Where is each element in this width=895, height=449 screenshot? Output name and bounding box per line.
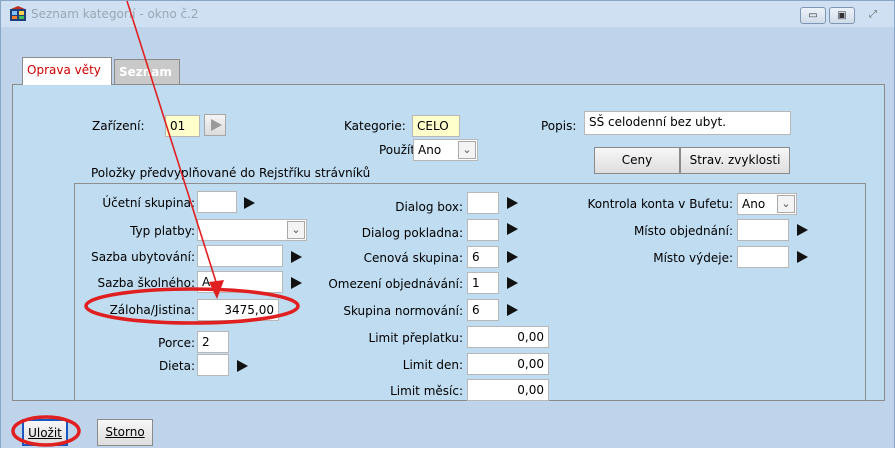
typ-platby-label: Typ platby: bbox=[130, 224, 195, 238]
omezeni-objednavani-lookup-icon[interactable] bbox=[507, 277, 518, 289]
pouzit-value: Ano bbox=[418, 143, 442, 157]
zarizeni-label: Zařízení: bbox=[92, 119, 145, 133]
skupina-normovani-lookup-icon[interactable] bbox=[507, 304, 518, 316]
chevron-down-icon[interactable]: ⌄ bbox=[458, 141, 476, 159]
zarizeni-lookup-button[interactable] bbox=[204, 114, 226, 136]
limit-den-field[interactable]: 0,00 bbox=[467, 353, 549, 375]
sazba-skolneho-label: Sazba školného: bbox=[97, 276, 195, 290]
app-grid-icon bbox=[10, 6, 26, 21]
misto-vydeje-field[interactable] bbox=[737, 246, 789, 268]
dialog-pokladna-lookup-icon[interactable] bbox=[507, 223, 518, 235]
skupina-normovani-field[interactable]: 6 bbox=[467, 299, 499, 321]
dialog-box-label: Dialog box: bbox=[395, 200, 463, 214]
pouzit-label: Použít bbox=[379, 143, 416, 157]
dialog-pokladna-field[interactable] bbox=[467, 219, 499, 241]
limit-preplatku-field[interactable]: 0,00 bbox=[467, 326, 549, 348]
limit-den-label: Limit den: bbox=[402, 358, 463, 372]
zaloha-jistina-field[interactable]: 3475,00 bbox=[197, 299, 279, 321]
porce-label: Porce: bbox=[158, 336, 195, 350]
dialog-box-lookup-icon[interactable] bbox=[507, 197, 518, 209]
maximize-button[interactable]: ▣ bbox=[829, 7, 855, 24]
zaloha-jistina-label: Záloha/Jistina: bbox=[109, 303, 195, 317]
play-triangle-icon bbox=[211, 119, 222, 131]
dieta-field[interactable] bbox=[197, 354, 229, 376]
popis-field[interactable]: SŠ celodenní bez ubyt. bbox=[584, 111, 791, 135]
cenova-skupina-lookup-icon[interactable] bbox=[507, 251, 518, 263]
tab-seznam[interactable]: Seznam bbox=[114, 59, 180, 85]
omezeni-objednavani-field[interactable]: 1 bbox=[467, 272, 499, 294]
strav-zvyklosti-button[interactable]: Strav. zvyklosti bbox=[680, 147, 790, 174]
zarizeni-field[interactable]: 01 bbox=[165, 115, 200, 137]
window-title: Seznam kategorií - okno č.2 bbox=[31, 7, 199, 21]
ucetni-skupina-lookup-icon[interactable] bbox=[244, 197, 255, 209]
tab-oprava-vety[interactable]: Oprava věty bbox=[22, 57, 112, 85]
kategorie-field[interactable]: CELO bbox=[412, 115, 460, 137]
dialog-pokladna-label: Dialog pokladna: bbox=[361, 226, 463, 240]
dialog-box-field[interactable] bbox=[467, 192, 499, 214]
window: Seznam kategorií - okno č.2 ▭ ▣ ⤢ Oprava… bbox=[0, 0, 895, 448]
minimize-button[interactable]: ▭ bbox=[800, 7, 826, 24]
misto-objednani-lookup-icon[interactable] bbox=[797, 224, 808, 236]
kategorie-label: Kategorie: bbox=[344, 119, 406, 133]
chevron-down-icon[interactable]: ⌄ bbox=[777, 195, 795, 213]
group-title: Položky předvyplňované do Rejstříku strá… bbox=[91, 166, 371, 180]
skupina-normovani-label: Skupina normování: bbox=[343, 304, 463, 318]
limit-preplatku-label: Limit přeplatku: bbox=[368, 331, 463, 345]
omezeni-objednavani-label: Omezení objednávání: bbox=[328, 277, 463, 291]
popis-label: Popis: bbox=[541, 119, 577, 133]
porce-field[interactable]: 2 bbox=[197, 331, 229, 353]
cenova-skupina-field[interactable]: 6 bbox=[467, 246, 499, 268]
ceny-button[interactable]: Ceny bbox=[594, 147, 680, 174]
kontrola-konta-label: Kontrola konta v Bufetu: bbox=[587, 197, 734, 211]
misto-objednani-field[interactable] bbox=[737, 219, 789, 241]
dieta-label: Dieta: bbox=[158, 359, 195, 373]
limit-mesic-label: Limit měsíc: bbox=[390, 384, 463, 398]
misto-vydeje-label: Místo výdeje: bbox=[653, 251, 733, 265]
sazba-skolneho-field[interactable]: A bbox=[197, 271, 283, 293]
kontrola-konta-value: Ano bbox=[742, 197, 766, 211]
close-button[interactable]: ⤢ bbox=[858, 7, 888, 24]
limit-mesic-field[interactable]: 0,00 bbox=[467, 379, 549, 401]
misto-vydeje-lookup-icon[interactable] bbox=[797, 251, 808, 263]
storno-button[interactable]: Storno bbox=[97, 419, 153, 446]
dieta-lookup-icon[interactable] bbox=[237, 360, 248, 372]
cenova-skupina-label: Cenová skupina: bbox=[363, 251, 463, 265]
misto-objednani-label: Místo objednání: bbox=[633, 224, 733, 238]
ulozit-button[interactable]: Uložit bbox=[22, 419, 68, 446]
sazba-ubytovani-label: Sazba ubytování: bbox=[91, 250, 195, 264]
sazba-ubytovani-field[interactable] bbox=[197, 245, 283, 267]
ucetni-skupina-label: Účetní skupina: bbox=[102, 196, 195, 210]
ucetni-skupina-field[interactable] bbox=[197, 191, 237, 213]
title-bar: Seznam kategorií - okno č.2 ▭ ▣ ⤢ bbox=[1, 1, 894, 27]
